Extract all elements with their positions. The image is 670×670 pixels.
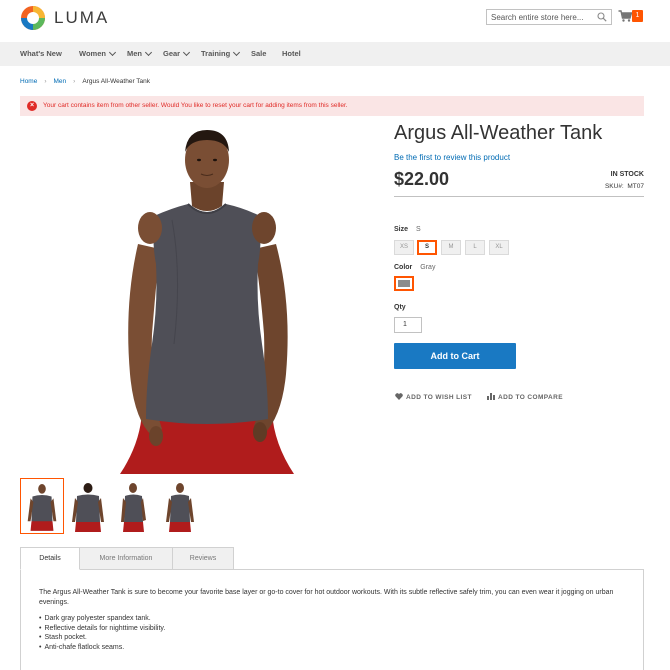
search-box[interactable] [486, 9, 612, 25]
chevron-right-icon: › [73, 78, 76, 85]
chevron-down-icon [233, 48, 241, 57]
sku-label: SKU#: [604, 183, 624, 190]
size-swatch-xs[interactable]: XS [394, 240, 414, 255]
size-swatch-xl[interactable]: XL [489, 240, 509, 255]
header: LUMA 1 [0, 0, 670, 42]
nav-item-sale[interactable]: Sale [251, 49, 266, 58]
tab-details[interactable]: Details [20, 547, 80, 570]
color-option-label: Color Gray [394, 264, 435, 271]
qty-input[interactable]: 1 [394, 317, 422, 333]
nav-item-label: Men [127, 49, 142, 58]
add-to-compare-link[interactable]: ADD TO COMPARE [487, 393, 563, 401]
thumbnail-3[interactable] [112, 478, 156, 534]
error-message-text: Your cart contains item from other selle… [43, 102, 348, 109]
feature-item: Anti-chafe flatlock seams. [39, 643, 165, 653]
wishlist-label: ADD TO WISH LIST [406, 394, 472, 401]
size-selected-value: S [416, 226, 421, 233]
nav-item-label: Gear [163, 49, 181, 58]
size-swatch-l[interactable]: L [465, 240, 485, 255]
chevron-down-icon [183, 48, 191, 57]
chevron-down-icon [108, 48, 116, 57]
product-sku: SKU#: MT07 [605, 183, 644, 190]
product-title: Argus All-Weather Tank [394, 122, 603, 144]
nav-item-label: Training [201, 49, 231, 58]
feature-item: Dark gray polyester spandex tank. [39, 614, 165, 624]
size-option-label: Size S [394, 226, 421, 233]
chevron-down-icon [144, 48, 153, 57]
sku-value: MT07 [627, 183, 644, 190]
divider [394, 196, 644, 197]
error-icon: × [27, 101, 37, 111]
review-link[interactable]: Be the first to review this product [394, 153, 510, 162]
tab-reviews[interactable]: Reviews [172, 547, 234, 570]
size-label: Size [394, 226, 409, 233]
nav-item-men[interactable]: Men [127, 48, 153, 58]
product-main-image[interactable] [112, 124, 302, 474]
chevron-right-icon: › [44, 78, 47, 85]
color-label: Color [394, 264, 413, 271]
color-swatch-gray[interactable] [394, 276, 414, 291]
feature-list: Dark gray polyester spandex tank. Reflec… [39, 614, 165, 652]
thumbnail-2[interactable] [66, 478, 110, 534]
nav-item-label: Women [79, 49, 106, 58]
tab-more-information[interactable]: More Information [79, 547, 173, 570]
stock-status: IN STOCK [610, 171, 644, 178]
cart-count-badge[interactable]: 1 [632, 10, 643, 22]
search-icon[interactable] [597, 12, 607, 22]
breadcrumb-men[interactable]: Men [54, 78, 67, 85]
main-nav: What's New Women Men Gear Training Sale … [0, 42, 670, 66]
add-to-wishlist-link[interactable]: ADD TO WISH LIST [395, 393, 472, 401]
add-to-cart-button[interactable]: Add to Cart [394, 343, 516, 369]
product-description: The Argus All-Weather Tank is sure to be… [39, 589, 614, 606]
thumbnail-1[interactable] [20, 478, 64, 534]
size-swatch-s[interactable]: S [417, 240, 437, 255]
logo-text[interactable]: LUMA [54, 8, 109, 28]
nav-item-women[interactable]: Women [79, 48, 116, 58]
nav-item-whats-new[interactable]: What's New [20, 49, 62, 58]
breadcrumb: Home › Men › Argus All-Weather Tank [20, 78, 150, 85]
compare-icon [487, 393, 495, 400]
heart-icon [395, 393, 403, 400]
luma-logo-icon[interactable] [20, 5, 46, 31]
error-message: × Your cart contains item from other sel… [20, 96, 644, 116]
size-swatch-m[interactable]: M [441, 240, 461, 255]
nav-item-training[interactable]: Training [201, 48, 241, 58]
nav-item-label: What's New [20, 49, 62, 58]
color-selected-value: Gray [420, 264, 436, 271]
nav-item-gear[interactable]: Gear [163, 48, 191, 58]
feature-item: Stash pocket. [39, 633, 165, 643]
thumbnail-4[interactable] [158, 478, 202, 534]
cart-icon[interactable] [618, 10, 632, 22]
breadcrumb-home[interactable]: Home [20, 78, 37, 85]
breadcrumb-current: Argus All-Weather Tank [82, 78, 151, 85]
color-swatch-fill [398, 280, 410, 287]
compare-label: ADD TO COMPARE [498, 394, 563, 401]
nav-item-hotel[interactable]: Hotel [282, 49, 301, 58]
details-panel: The Argus All-Weather Tank is sure to be… [20, 569, 644, 670]
search-input[interactable] [487, 10, 593, 24]
product-price: $22.00 [394, 169, 450, 189]
feature-item: Reflective details for nighttime visibil… [39, 624, 165, 634]
nav-item-label: Hotel [282, 49, 301, 58]
nav-item-label: Sale [251, 49, 267, 58]
qty-label: Qty [394, 304, 406, 311]
